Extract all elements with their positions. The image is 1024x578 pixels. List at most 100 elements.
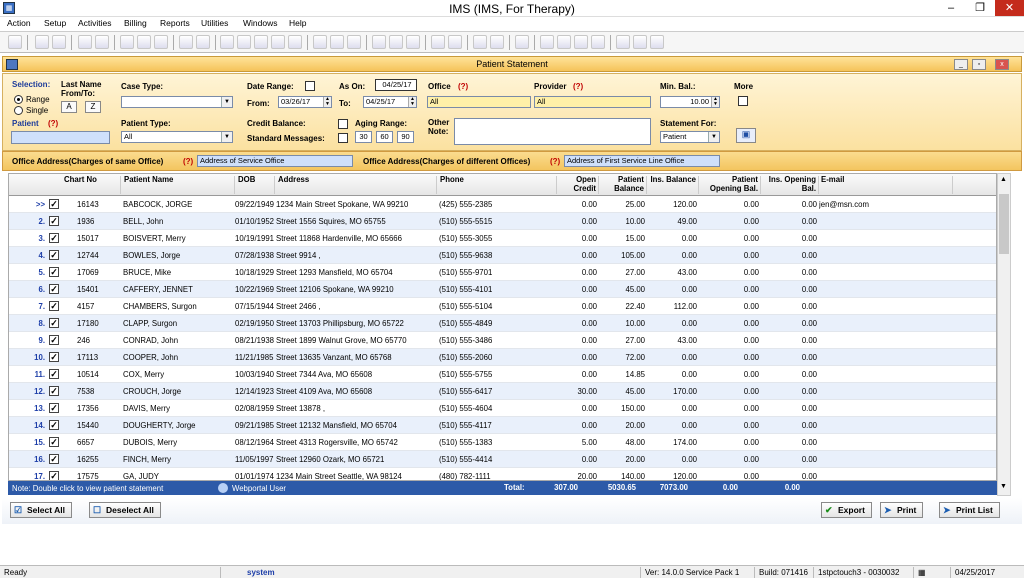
row-checkbox[interactable]: ✓ — [49, 216, 59, 226]
toolbar-edit-icon[interactable] — [196, 35, 210, 49]
row-checkbox[interactable]: ✓ — [49, 301, 59, 311]
toolbar-money-icon[interactable] — [254, 35, 268, 49]
toolbar-gear-icon[interactable] — [237, 35, 251, 49]
header-phone[interactable]: Phone — [437, 175, 557, 194]
date-range-checkbox[interactable] — [305, 81, 315, 91]
row-checkbox[interactable]: ✓ — [49, 335, 59, 345]
toolbar-chart-icon[interactable] — [179, 35, 193, 49]
row-checkbox[interactable]: ✓ — [49, 386, 59, 396]
table-row[interactable]: >> ✓ 16143 BABCOCK, JORGE 09/22/1949 1234 Mai… — [9, 196, 996, 213]
header-address[interactable]: Address — [275, 175, 437, 194]
row-checkbox[interactable]: ✓ — [49, 454, 59, 464]
toolbar-bar-chart-icon[interactable] — [473, 35, 487, 49]
toolbar-lock-icon[interactable] — [633, 35, 647, 49]
toolbar-dollar-icon[interactable] — [220, 35, 234, 49]
menu-setup[interactable]: Setup — [44, 18, 66, 28]
row-checkbox[interactable]: ✓ — [49, 318, 59, 328]
toolbar-flask-icon[interactable] — [137, 35, 151, 49]
toolbar-folder-icon[interactable] — [78, 35, 92, 49]
more-checkbox[interactable] — [738, 96, 748, 106]
print-button[interactable]: ➤ Print — [880, 502, 924, 518]
table-row[interactable]: 4. ✓ 12744 BOWLES, Jorge 07/28/1938 Street 99… — [9, 247, 996, 264]
table-row[interactable]: 9. ✓ 246 CONRAD, John 08/21/1938 Street 1899 … — [9, 332, 996, 349]
header-patient-balance[interactable]: Patient Balance — [599, 175, 647, 194]
aging-30[interactable]: 30 — [355, 131, 372, 143]
table-row[interactable]: 7. ✓ 4157 CHAMBERS, Surgon 07/15/1944 Street … — [9, 298, 996, 315]
office-diff-field[interactable]: Address of First Service Line Office — [564, 155, 720, 167]
menu-reports[interactable]: Reports — [160, 18, 190, 28]
select-all-button[interactable]: ☑ Select All — [10, 502, 72, 518]
table-row[interactable]: 2. ✓ 1936 BELL, John 01/10/1952 Street 1556 S… — [9, 213, 996, 230]
header-dob[interactable]: DOB — [235, 175, 275, 194]
office-field[interactable]: All — [427, 96, 531, 108]
toolbar-doc-icon[interactable] — [120, 35, 134, 49]
toolbar-globe-icon[interactable] — [406, 35, 420, 49]
header-patient-opening[interactable]: Patient Opening Bal. — [699, 175, 761, 194]
office-same-field[interactable]: Address of Service Office — [197, 155, 353, 167]
toolbar-shield-icon[interactable] — [154, 35, 168, 49]
row-checkbox[interactable]: ✓ — [49, 233, 59, 243]
export-button[interactable]: ✔ Export — [821, 502, 872, 518]
toolbar-exit-icon[interactable] — [650, 35, 664, 49]
table-row[interactable]: 6. ✓ 15401 CAFFERY, JENNET 10/22/1969 Street … — [9, 281, 996, 298]
toolbar-edit-user-icon[interactable] — [52, 35, 66, 49]
toolbar-refresh-icon[interactable] — [557, 35, 571, 49]
toolbar-report-icon[interactable] — [347, 35, 361, 49]
standard-messages-checkbox[interactable] — [338, 133, 348, 143]
as-on-field[interactable]: 04/25/17 — [375, 79, 417, 91]
patient-field[interactable] — [11, 131, 110, 144]
print-list-button[interactable]: ➤ Print List — [939, 502, 1000, 518]
table-row[interactable]: 10. ✓ 17113 COOPER, John 11/21/1985 Street 13… — [9, 349, 996, 366]
aging-90[interactable]: 90 — [397, 131, 414, 143]
table-row[interactable]: 3. ✓ 15017 BOISVERT, Merry 10/19/1991 Street … — [9, 230, 996, 247]
deselect-all-button[interactable]: ☐ Deselect All — [89, 502, 161, 518]
restore-button[interactable]: ❐ — [966, 0, 994, 16]
toolbar-folder4-icon[interactable] — [448, 35, 462, 49]
toolbar-mail-icon[interactable] — [591, 35, 605, 49]
scroll-down-icon[interactable]: ▼ — [1000, 483, 1007, 490]
form-restore-button[interactable]: ▫ — [972, 59, 986, 70]
toolbar-patient-icon[interactable] — [8, 35, 22, 49]
table-row[interactable]: 5. ✓ 17069 BRUCE, Mike 10/18/1929 Street 1293… — [9, 264, 996, 281]
statement-for-select[interactable]: Patient ▼ — [660, 131, 720, 143]
form-close-button[interactable]: x — [995, 59, 1009, 70]
toolbar-bank-icon[interactable] — [271, 35, 285, 49]
range-radio[interactable] — [14, 95, 23, 104]
a-button[interactable]: A — [61, 101, 77, 113]
menu-action[interactable]: Action — [7, 18, 31, 28]
menu-windows[interactable]: Windows — [243, 18, 277, 28]
toolbar-help-icon[interactable] — [616, 35, 630, 49]
credit-balance-checkbox[interactable] — [338, 119, 348, 129]
row-checkbox[interactable]: ✓ — [49, 352, 59, 362]
to-date-field[interactable]: 04/25/17 ▲ ▼ — [363, 96, 417, 108]
aging-60[interactable]: 60 — [376, 131, 393, 143]
row-checkbox[interactable]: ✓ — [49, 199, 59, 209]
header-chart-no[interactable]: Chart No — [61, 175, 121, 194]
provider-field[interactable]: All — [534, 96, 651, 108]
table-row[interactable]: 8. ✓ 17180 CLAPP, Surgon 02/19/1950 Street 13… — [9, 315, 996, 332]
table-row[interactable]: 17. ✓ 17575 GA, JUDY 01/01/1974 1234 Main Str… — [9, 468, 996, 480]
row-checkbox[interactable]: ✓ — [49, 437, 59, 447]
toolbar-box-icon[interactable] — [389, 35, 403, 49]
row-checkbox[interactable]: ✓ — [49, 250, 59, 260]
toolbar-word-icon[interactable] — [574, 35, 588, 49]
toolbar-user-icon[interactable] — [35, 35, 49, 49]
minimize-button[interactable]: – — [937, 0, 965, 16]
row-checkbox[interactable]: ✓ — [49, 369, 59, 379]
min-bal-field[interactable]: 10.00 ▲ ▼ — [660, 96, 720, 108]
toolbar-list-icon[interactable] — [330, 35, 344, 49]
office-help[interactable]: (?) — [458, 82, 468, 91]
open-folder-button[interactable]: ▣ — [736, 128, 756, 143]
close-button[interactable]: ✕ — [995, 0, 1024, 16]
patient-type-select[interactable]: All ▼ — [121, 131, 233, 143]
toolbar-transfer-icon[interactable] — [540, 35, 554, 49]
toolbar-calendar-icon[interactable] — [313, 35, 327, 49]
grid-scrollbar[interactable]: ▲ ▼ — [997, 173, 1011, 496]
table-row[interactable]: 14. ✓ 15440 DOUGHERTY, Jorge 09/21/1985 Stree… — [9, 417, 996, 434]
single-radio[interactable] — [14, 106, 23, 115]
table-row[interactable]: 13. ✓ 17356 DAVIS, Merry 02/08/1959 Street 13… — [9, 400, 996, 417]
menu-help[interactable]: Help — [289, 18, 306, 28]
row-checkbox[interactable]: ✓ — [49, 403, 59, 413]
row-checkbox[interactable]: ✓ — [49, 471, 59, 480]
patient-help[interactable]: (?) — [48, 119, 58, 128]
